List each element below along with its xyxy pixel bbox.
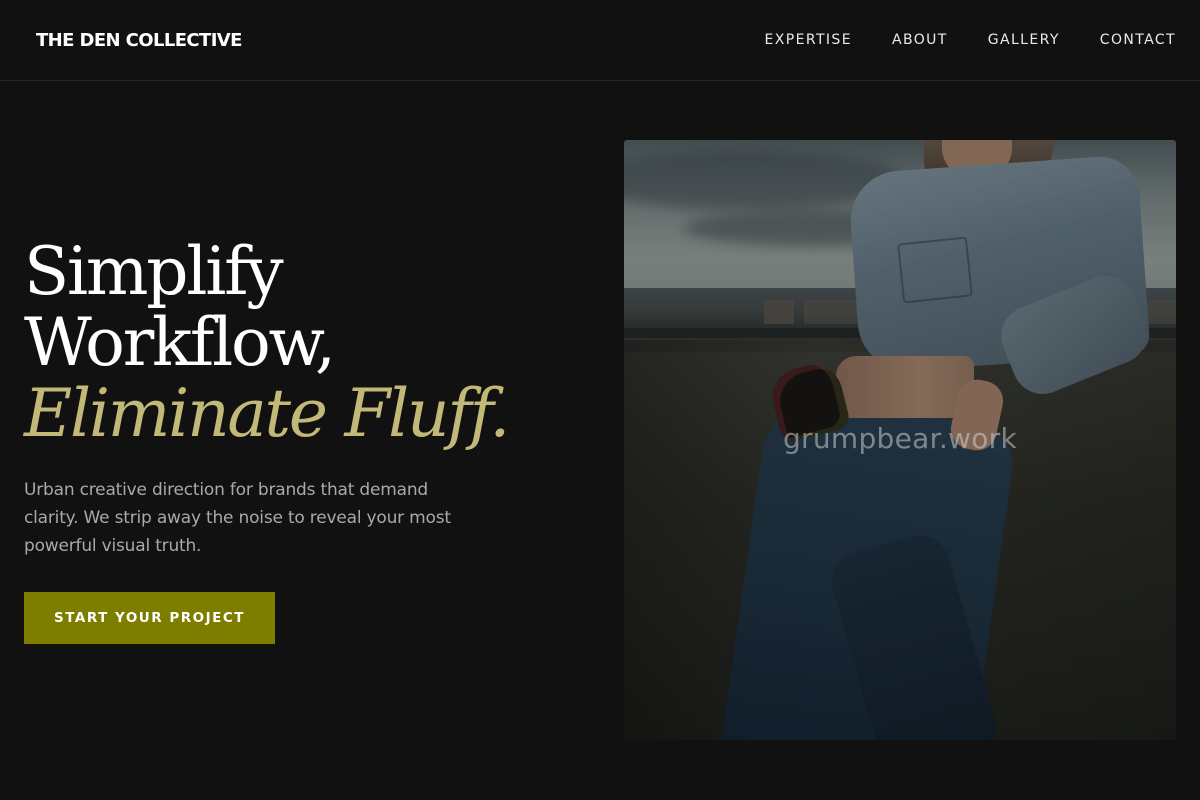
site-header: THE DEN COLLECTIVE EXPERTISE ABOUT GALLE… xyxy=(0,0,1200,81)
hero-image: grumpbear.work xyxy=(624,140,1176,740)
main-nav: EXPERTISE ABOUT GALLERY CONTACT xyxy=(725,32,1176,48)
nav-link-expertise[interactable]: EXPERTISE xyxy=(765,32,852,48)
nav-link-gallery[interactable]: GALLERY xyxy=(988,32,1060,48)
nav-link-about[interactable]: ABOUT xyxy=(892,32,948,48)
image-watermark: grumpbear.work xyxy=(782,422,1018,455)
hero-title: Simplify Workflow, Eliminate Fluff. xyxy=(24,233,510,452)
hero-title-accent: Eliminate Fluff. xyxy=(24,375,510,452)
brand-logo[interactable]: THE DEN COLLECTIVE xyxy=(36,30,242,51)
hero-title-line-1: Simplify xyxy=(24,233,284,310)
hero-description: Urban creative direction for brands that… xyxy=(24,480,451,556)
hero-title-line-2: Workflow, xyxy=(24,304,336,381)
nav-link-contact[interactable]: CONTACT xyxy=(1100,32,1176,48)
start-project-button[interactable]: START YOUR PROJECT xyxy=(24,592,275,644)
